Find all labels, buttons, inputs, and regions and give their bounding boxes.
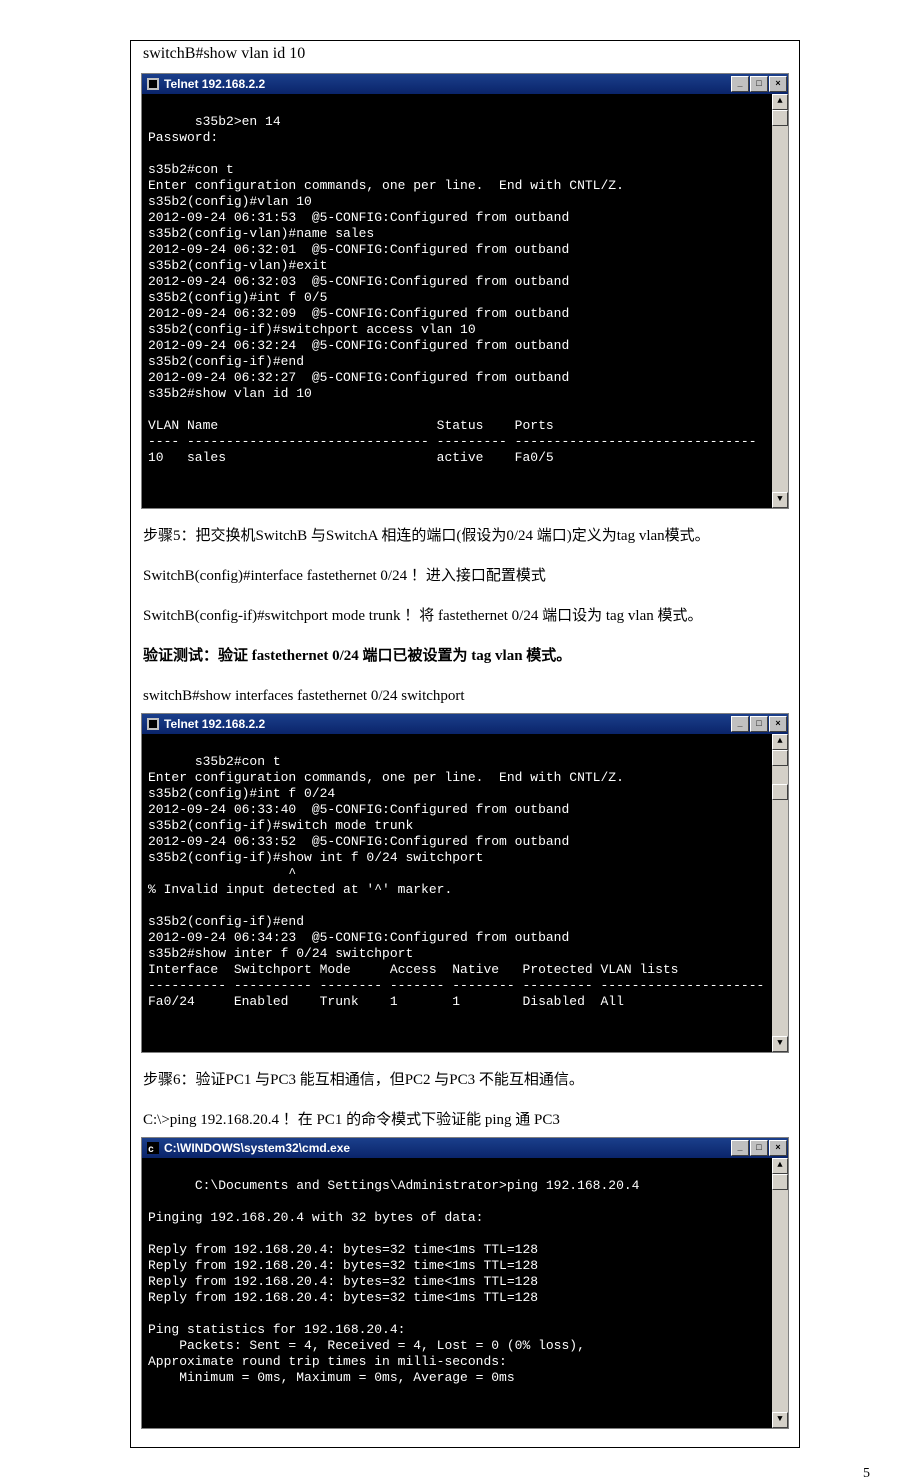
maximize-button[interactable]: □	[750, 76, 768, 92]
scrollbar[interactable]: ▲ ▼	[772, 1158, 788, 1428]
step5-cmd: switchB#show interfaces fastethernet 0/2…	[143, 683, 787, 709]
step5-line1: SwitchB(config)#interface fastethernet 0…	[143, 563, 787, 589]
step5-line2: SwitchB(config-if)#switchport mode trunk…	[143, 603, 787, 629]
window-title: C:\WINDOWS\system32\cmd.exe	[164, 1141, 731, 1155]
scroll-thumb[interactable]	[772, 784, 788, 800]
telnet-window-1: Telnet 192.168.2.2 _ □ × s35b2>en 14 Pas…	[141, 73, 789, 509]
cmd-window: c C:\WINDOWS\system32\cmd.exe _ □ × C:\D…	[141, 1137, 789, 1429]
maximize-button[interactable]: □	[750, 716, 768, 732]
terminal-output: C:\Documents and Settings\Administrator>…	[142, 1158, 788, 1428]
scroll-down-icon[interactable]: ▼	[772, 1036, 788, 1052]
app-icon	[146, 77, 160, 91]
scroll-thumb[interactable]	[772, 110, 788, 126]
svg-text:c: c	[148, 1145, 154, 1154]
close-button[interactable]: ×	[769, 1140, 787, 1156]
app-icon	[146, 717, 160, 731]
window-title: Telnet 192.168.2.2	[164, 77, 731, 91]
titlebar[interactable]: Telnet 192.168.2.2 _ □ ×	[142, 74, 788, 94]
telnet-window-2: Telnet 192.168.2.2 _ □ × s35b2#con t Ent…	[141, 713, 789, 1053]
terminal-text: s35b2#con t Enter configuration commands…	[148, 754, 764, 1009]
document-page: switchB#show vlan id 10 Telnet 192.168.2…	[130, 40, 800, 1448]
scroll-down-icon[interactable]: ▼	[772, 492, 788, 508]
terminal-output: s35b2>en 14 Password: s35b2#con t Enter …	[142, 94, 788, 508]
terminal-text: s35b2>en 14 Password: s35b2#con t Enter …	[148, 114, 757, 465]
step5-verify: 验证测试：验证 fastethernet 0/24 端口已被设置为 tag vl…	[143, 643, 787, 669]
minimize-button[interactable]: _	[731, 76, 749, 92]
cmd-icon: c	[146, 1141, 160, 1155]
step6-line1: C:\>ping 192.168.20.4 ！在 PC1 的命令模式下验证能 p…	[143, 1107, 787, 1133]
scroll-up-icon[interactable]: ▲	[772, 1158, 788, 1174]
scroll-thumb[interactable]	[772, 750, 788, 766]
scrollbar[interactable]: ▲ ▼	[772, 734, 788, 1052]
scroll-up-icon[interactable]: ▲	[772, 94, 788, 110]
minimize-button[interactable]: _	[731, 716, 749, 732]
minimize-button[interactable]: _	[731, 1140, 749, 1156]
titlebar[interactable]: c C:\WINDOWS\system32\cmd.exe _ □ ×	[142, 1138, 788, 1158]
maximize-button[interactable]: □	[750, 1140, 768, 1156]
scroll-down-icon[interactable]: ▼	[772, 1412, 788, 1428]
step6-heading: 步骤6：验证PC1 与PC3 能互相通信，但PC2 与PC3 不能互相通信。	[143, 1067, 787, 1093]
scrollbar[interactable]: ▲ ▼	[772, 94, 788, 508]
step5-heading: 步骤5：把交换机SwitchB 与SwitchA 相连的端口(假设为0/24 端…	[143, 523, 787, 549]
intro-command: switchB#show vlan id 10	[131, 41, 799, 73]
terminal-text: C:\Documents and Settings\Administrator>…	[148, 1178, 640, 1385]
scroll-thumb[interactable]	[772, 1174, 788, 1190]
scroll-up-icon[interactable]: ▲	[772, 734, 788, 750]
page-number: 5	[0, 1466, 870, 1482]
close-button[interactable]: ×	[769, 76, 787, 92]
titlebar[interactable]: Telnet 192.168.2.2 _ □ ×	[142, 714, 788, 734]
terminal-output: s35b2#con t Enter configuration commands…	[142, 734, 788, 1052]
window-title: Telnet 192.168.2.2	[164, 717, 731, 731]
close-button[interactable]: ×	[769, 716, 787, 732]
